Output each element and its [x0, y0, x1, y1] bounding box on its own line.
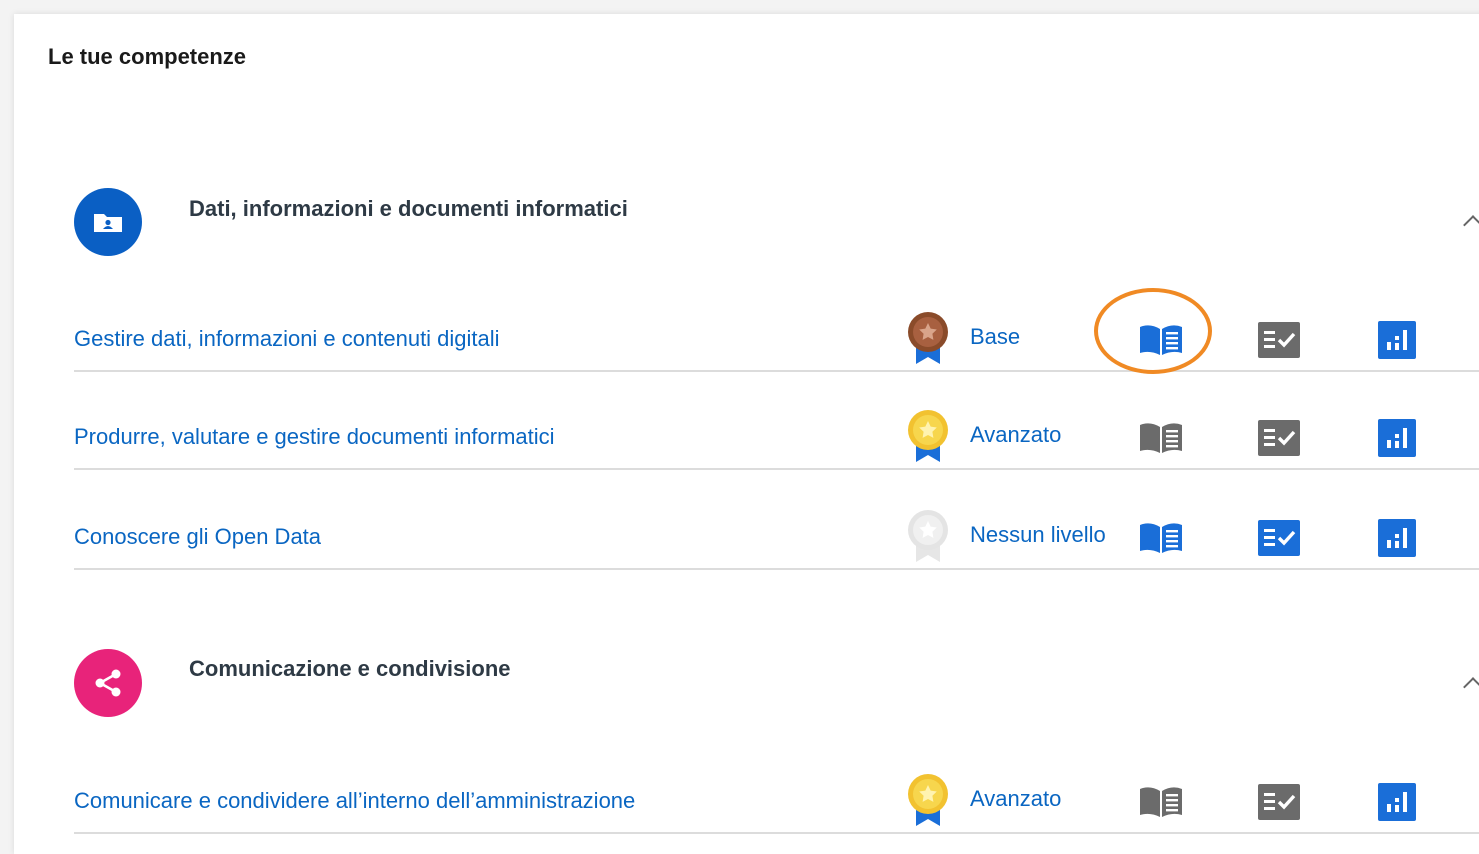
checklist-icon	[1258, 322, 1300, 358]
checklist-icon	[1258, 784, 1300, 820]
test-button[interactable]	[1256, 782, 1302, 822]
stats-button[interactable]	[1374, 320, 1420, 360]
level-label: Avanzato	[970, 422, 1062, 447]
read-button[interactable]	[1138, 518, 1184, 558]
competence-link[interactable]: Conoscere gli Open Data	[74, 524, 321, 550]
chevron-up-icon[interactable]	[1463, 215, 1479, 235]
level-label: Base	[970, 324, 1021, 349]
category-header-data[interactable]: Dati, informazioni e documenti informati…	[0, 186, 1479, 266]
category-title: Dati, informazioni e documenti informati…	[189, 196, 628, 221]
stats-button[interactable]	[1374, 418, 1420, 458]
share-icon	[74, 649, 142, 717]
stats-button[interactable]	[1374, 518, 1420, 558]
bar-chart-icon	[1378, 419, 1416, 457]
bronze-medal-icon	[906, 310, 950, 364]
test-button[interactable]	[1256, 418, 1302, 458]
competence-link[interactable]: Gestire dati, informazioni e contenuti d…	[74, 326, 500, 352]
page-title: Le tue competenze	[48, 44, 247, 69]
category-header-communication[interactable]: Comunicazione e condivisione	[0, 648, 1479, 728]
competence-row: Gestire dati, informazioni e contenuti d…	[74, 306, 1479, 372]
bar-chart-icon	[1378, 519, 1416, 557]
gold-medal-icon	[906, 408, 950, 462]
chevron-up-icon[interactable]	[1463, 677, 1479, 697]
read-button[interactable]	[1138, 782, 1184, 822]
book-icon	[1140, 787, 1182, 817]
gold-medal-icon	[906, 772, 950, 826]
competence-row: Produrre, valutare e gestire documenti i…	[74, 404, 1479, 470]
competence-link[interactable]: Comunicare e condividere all’interno del…	[74, 788, 635, 814]
book-icon	[1140, 423, 1182, 453]
bar-chart-icon	[1378, 783, 1416, 821]
empty-medal-icon	[906, 508, 950, 562]
folder-user-icon	[74, 188, 142, 256]
category-title: Comunicazione e condivisione	[189, 656, 511, 681]
competence-row: Comunicare e condividere all’interno del…	[74, 768, 1479, 834]
bar-chart-icon	[1378, 321, 1416, 359]
test-button[interactable]	[1256, 518, 1302, 558]
book-icon	[1140, 325, 1182, 355]
read-button[interactable]	[1138, 320, 1184, 360]
read-button[interactable]	[1138, 418, 1184, 458]
test-button[interactable]	[1256, 320, 1302, 360]
checklist-icon	[1258, 420, 1300, 456]
level-label: Nessun livello	[970, 522, 1106, 547]
stats-button[interactable]	[1374, 782, 1420, 822]
checklist-icon	[1258, 520, 1300, 556]
book-icon	[1140, 523, 1182, 553]
level-label: Avanzato	[970, 786, 1062, 811]
competence-link[interactable]: Produrre, valutare e gestire documenti i…	[74, 424, 555, 450]
competence-row: Conoscere gli Open Data Nessun livello	[74, 504, 1479, 570]
